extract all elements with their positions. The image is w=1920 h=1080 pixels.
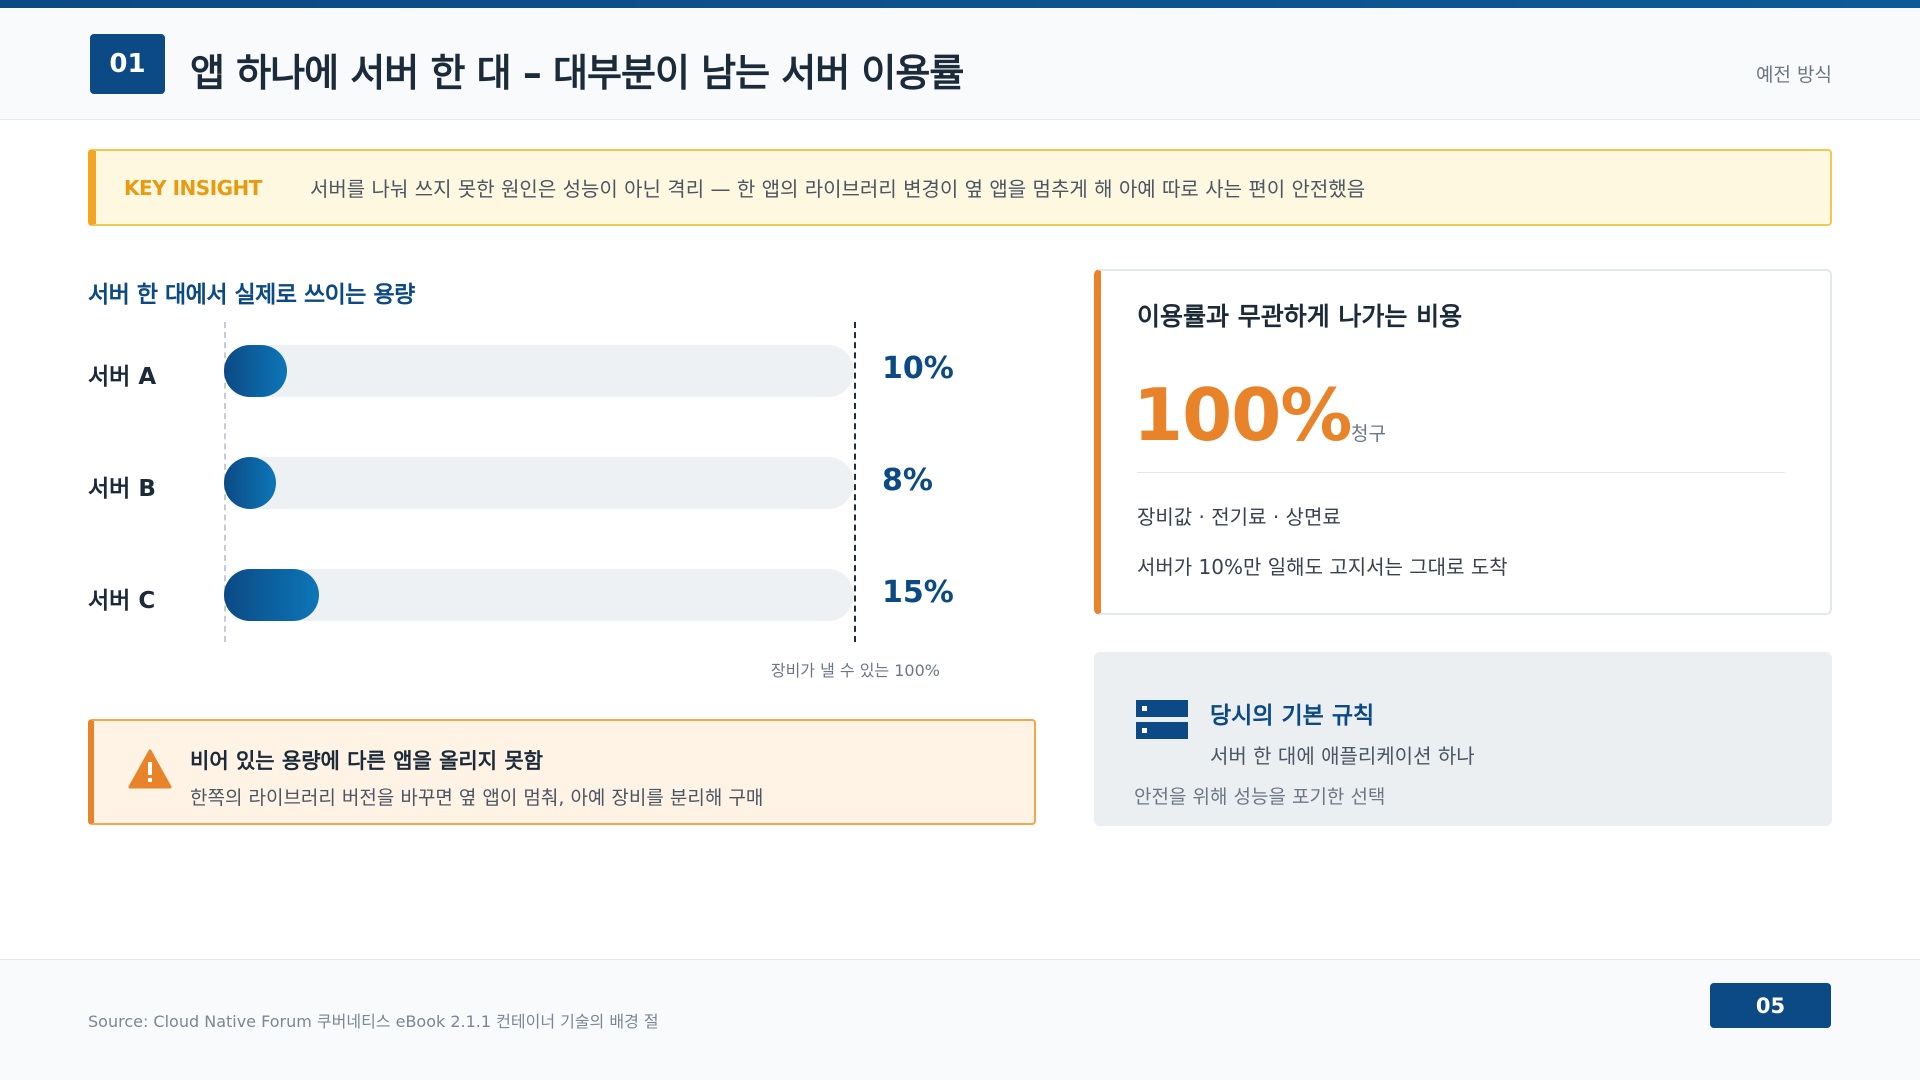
cost-items: 장비값 · 전기료 · 상면료 — [1137, 505, 1341, 529]
chart-title: 서버 한 대에서 실제로 쓰이는 용량 — [88, 282, 415, 308]
warning-box: 비어 있는 용량에 다른 앱을 올리지 못함 한쪽의 라이브러리 버전을 바꾸면… — [88, 719, 1036, 825]
bar-value-label: 10% — [882, 351, 954, 386]
divider — [1137, 472, 1785, 473]
rule-card: 당시의 기본 규칙 서버 한 대에 애플리케이션 하나 안전을 위해 성능을 포… — [1094, 652, 1832, 826]
bar-track — [224, 457, 854, 509]
warning-text: 한쪽의 라이브러리 버전을 바꾸면 옆 앱이 멈춰, 아예 장비를 분리해 구매 — [190, 787, 764, 809]
insight-text: 서버를 나눠 쓰지 못한 원인은 성능이 아닌 격리 — 한 앱의 라이브러리 … — [310, 177, 1366, 201]
key-insight-box: KEY INSIGHT 서버를 나눠 쓰지 못한 원인은 성능이 아닌 격리 —… — [88, 149, 1832, 226]
bar-value-label: 15% — [882, 575, 954, 610]
cost-title: 이용률과 무관하게 나가는 비용 — [1137, 302, 1463, 331]
header: 01 앱 하나에 서버 한 대 – 대부분이 남는 서버 이용률 예전 방식 — [0, 8, 1920, 120]
bar-fill — [224, 345, 287, 397]
cost-note: 서버가 10%만 일해도 고지서는 그대로 도착 — [1137, 555, 1508, 579]
axis-max-caption: 장비가 낼 수 있는 100% — [770, 661, 940, 680]
warning-triangle-icon — [128, 749, 172, 789]
page-number-badge: 05 — [1710, 983, 1831, 1028]
bar-value-label: 8% — [882, 463, 933, 498]
footer: Source: Cloud Native Forum 쿠버네티스 eBook 2… — [0, 959, 1920, 1080]
rule-note: 안전을 위해 성능을 포기한 선택 — [1134, 786, 1386, 808]
warning-title: 비어 있는 용량에 다른 앱을 올리지 못함 — [190, 749, 543, 773]
source-citation: Source: Cloud Native Forum 쿠버네티스 eBook 2… — [88, 1012, 659, 1031]
bar-fill — [224, 457, 276, 509]
cost-card: 이용률과 무관하게 나가는 비용 100% 청구 장비값 · 전기료 · 상면료… — [1094, 269, 1832, 615]
insight-label: KEY INSIGHT — [124, 175, 262, 200]
page-title: 앱 하나에 서버 한 대 – 대부분이 남는 서버 이용률 — [190, 51, 964, 95]
bar-track — [224, 569, 854, 621]
server-icon — [1136, 700, 1188, 739]
rule-subtitle: 서버 한 대에 애플리케이션 하나 — [1210, 744, 1475, 768]
cost-unit: 청구 — [1351, 423, 1386, 445]
bar-track — [224, 345, 854, 397]
bar-category-label: 서버 A — [88, 364, 157, 390]
corner-label: 예전 방식 — [1756, 64, 1832, 86]
bar-category-label: 서버 B — [88, 476, 156, 502]
axis-max-line — [854, 322, 856, 642]
cost-big-value: 100% — [1133, 373, 1352, 457]
top-accent-bar — [0, 0, 1920, 8]
bar-fill — [224, 569, 319, 621]
section-number-badge: 01 — [90, 34, 165, 94]
bar-category-label: 서버 C — [88, 588, 156, 614]
rule-title: 당시의 기본 규칙 — [1210, 703, 1375, 729]
